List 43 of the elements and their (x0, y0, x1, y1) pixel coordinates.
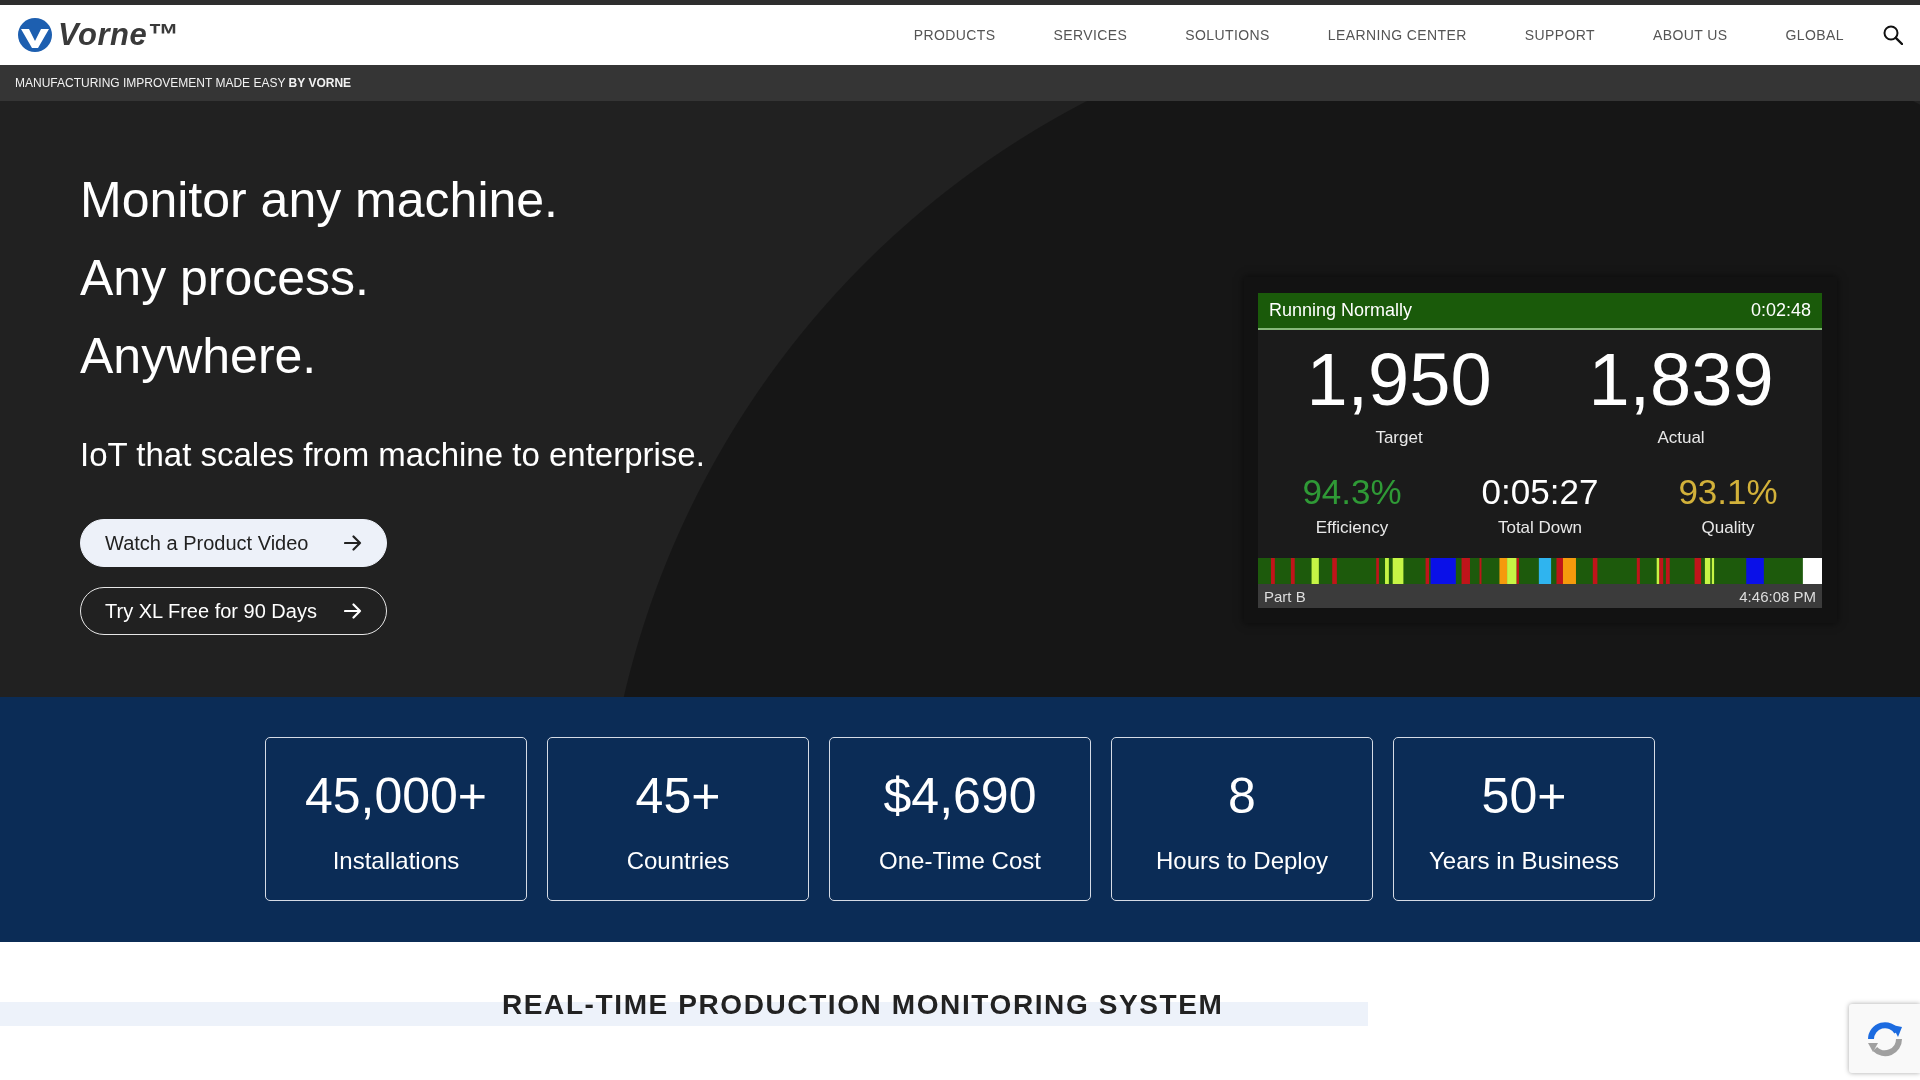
count-label: Target (1375, 427, 1423, 449)
metric-label: Quality (1701, 517, 1755, 539)
stat-value: 8 (1228, 767, 1256, 826)
status-label: Running Normally (1269, 300, 1413, 321)
metric-label: Total Down (1497, 517, 1583, 539)
nav-link[interactable]: LEARNING CENTER (1327, 27, 1467, 43)
nav-link[interactable]: SERVICES (1053, 27, 1128, 43)
clock-text: 4:46:08 PM (1739, 587, 1816, 605)
arrow-right-icon (344, 535, 362, 551)
timer-text: 0:02:48 (1750, 300, 1811, 321)
tagline-text: MANUFACTURING IMPROVEMENT MADE EASY BY VORNE (15, 76, 352, 90)
search-icon[interactable] (1883, 25, 1903, 45)
arrow-right-icon (344, 603, 362, 619)
count-value: 1,839 (1588, 340, 1774, 420)
stat-label: Installations (332, 846, 460, 876)
headline-line: Monitor any machine. (80, 171, 559, 230)
metric-value: 93.1% (1678, 472, 1778, 512)
nav-link[interactable]: ABOUT US (1653, 27, 1728, 43)
nav-link[interactable]: SUPPORT (1524, 27, 1596, 43)
stat-value: 50+ (1481, 767, 1567, 826)
metric-label: Efficiency (1315, 517, 1389, 539)
headline-line: Any process. (80, 249, 370, 308)
part-label: Part B (1264, 587, 1306, 605)
stat-value: 45,000+ (304, 767, 488, 826)
stat-label: Hours to Deploy (1155, 846, 1329, 876)
stat-value: $4,690 (883, 767, 1037, 826)
nav-link[interactable]: GLOBAL (1785, 27, 1844, 43)
nav-link[interactable]: SOLUTIONS (1185, 27, 1270, 43)
section-heading: REAL-TIME PRODUCTION MONITORING SYSTEM (502, 988, 1225, 1022)
count-label: Actual (1657, 427, 1705, 449)
cta-button[interactable]: Watch a Product Video (80, 519, 387, 567)
headline-line: Anywhere. (80, 327, 318, 386)
nav-link[interactable]: PRODUCTS (913, 27, 996, 43)
metric-value: 0:05:27 (1481, 472, 1599, 512)
stat-label: One-Time Cost (879, 846, 1041, 876)
chevron-disc-icon[interactable] (18, 18, 52, 52)
stat-value: 45+ (635, 767, 721, 826)
hero-subtitle: IoT that scales from machine to enterprise. (80, 435, 705, 475)
stat-label: Years in Business (1429, 846, 1619, 876)
metric-value: 94.3% (1302, 472, 1402, 512)
count-value: 1,950 (1306, 340, 1492, 420)
stat-label: Countries (626, 846, 730, 876)
logo-wordmark[interactable]: Vorne™ (58, 15, 179, 55)
